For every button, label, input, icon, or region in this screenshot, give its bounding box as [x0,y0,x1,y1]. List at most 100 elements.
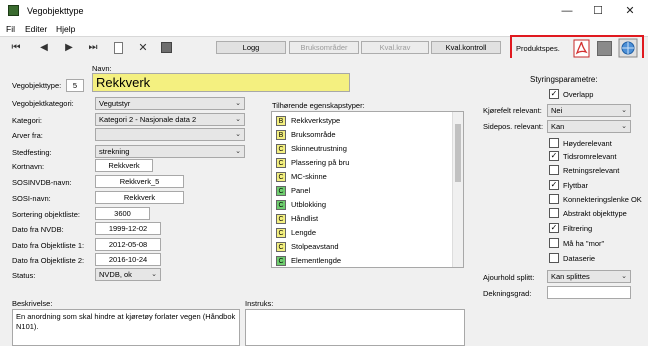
vegobjektkategori-value: Vegutstyr [99,99,131,108]
pdf-icon[interactable] [573,39,590,58]
minimize-button[interactable]: — [560,4,574,18]
list-item[interactable]: B Rekkverkstype [276,116,341,127]
dato-nvdb-label: Dato fra NVDB: [12,225,64,234]
list-item[interactable]: B Bruksområde [276,130,336,141]
navn-field[interactable]: Rekkverk [92,73,350,92]
next-record-icon[interactable]: ▶ [63,42,75,54]
stedfesting-select[interactable]: strekning ⌄ [95,145,245,158]
dato-ol2-field[interactable]: 2016-10-24 [95,253,161,266]
window-title: Vegobjekttype [27,6,84,16]
konnekteringslenke-label: Konnekteringslenke OK [563,195,642,204]
sosi-field[interactable]: Rekkverk [95,191,184,204]
last-record-icon[interactable]: ⏭ [87,42,99,54]
sosinvdb-label: SOSINVDB-navn: [12,178,72,187]
list-item[interactable]: C Lengde [276,228,316,239]
menu-editer[interactable]: Editer [25,24,47,34]
vegobjektkategori-select[interactable]: Vegutstyr ⌄ [95,97,245,110]
list-item[interactable]: C Panel [276,186,310,197]
kategori-label: Kategori: [12,116,43,125]
vegobjekttype-field[interactable]: 5 [66,79,84,92]
sosinvdb-field[interactable]: Rekkverk_5 [95,175,184,188]
flyttbar-label: Flyttbar [563,181,589,190]
list-item[interactable]: C Skinneutrustning [276,144,347,155]
kvalkontroll-button[interactable]: Kval.kontroll [431,41,501,54]
first-record-icon[interactable]: ⏮ [10,42,22,54]
instruks-textarea[interactable] [245,309,465,346]
maximize-button[interactable]: ☐ [591,4,605,18]
kortnavn-label: Kortnavn: [12,162,45,171]
dato-ol1-field[interactable]: 2012-05-08 [95,238,161,251]
arver-fra-select[interactable]: ⌄ [95,128,245,141]
list-item-label: Stolpeavstand [291,242,339,251]
konnekteringslenke-checkbox[interactable] [549,194,559,204]
stedfesting-label: Stedfesting: [12,148,52,157]
type-badge: C [276,242,286,253]
chevron-down-icon: ⌄ [235,116,241,123]
tidsromrelevant-checkbox[interactable]: ✓ [549,151,559,161]
list-item[interactable]: C MC-skinne [276,172,327,183]
close-button[interactable]: ✕ [623,4,637,18]
arver-fra-label: Arver fra: [12,131,43,140]
type-badge: C [276,144,286,155]
new-document-icon[interactable] [114,42,123,54]
flyttbar-checkbox[interactable]: ✓ [549,180,559,190]
ajourhold-select[interactable]: Kan splittes ⌄ [547,270,631,283]
save-icon[interactable] [161,42,172,53]
globe-link-icon[interactable] [618,38,638,58]
scrollbar-thumb[interactable] [455,124,461,182]
list-item[interactable]: C Håndlist [276,214,318,225]
hoyderelevant-checkbox[interactable] [549,138,559,148]
dekningsgrad-field[interactable] [547,286,631,299]
instruks-label: Instruks: [245,299,274,308]
kortnavn-field[interactable]: Rekkverk [95,159,153,172]
abstrakt-checkbox[interactable] [549,208,559,218]
chevron-down-icon: ⌄ [621,273,627,280]
type-badge: C [276,214,286,225]
chevron-down-icon: ⌄ [235,131,241,138]
kjorefelt-select[interactable]: Nei ⌄ [547,104,631,117]
filtrering-checkbox[interactable]: ✓ [549,223,559,233]
logg-button[interactable]: Logg [216,41,286,54]
chevron-down-icon: ⌄ [151,271,157,278]
list-item[interactable]: C Plassering på bru [276,158,349,169]
kjorefelt-value: Nei [551,106,563,115]
overlapp-checkbox[interactable]: ✓ [549,89,559,99]
kategori-select[interactable]: Kategori 2 - Nasjonale data 2 ⌄ [95,113,245,126]
list-item[interactable]: C Elementlengde [276,256,341,267]
styring-title: Styringsparametre: [530,75,598,84]
kvalkrav-button[interactable]: Kval.krav [361,41,429,54]
egenskapstyper-label: Tilhørende egenskapstyper: [272,101,365,110]
ajourhold-value: Kan splittes [551,272,590,281]
document-gray-icon[interactable] [597,41,612,56]
title-bar [0,0,648,22]
type-badge: B [276,130,286,141]
menu-hjelp[interactable]: Hjelp [56,24,75,34]
status-label: Status: [12,271,36,280]
retningsrelevant-checkbox[interactable] [549,165,559,175]
dato-nvdb-field[interactable]: 1999-12-02 [95,222,161,235]
menu-fil[interactable]: Fil [6,24,15,34]
list-item[interactable]: C Utblokking [276,200,326,211]
bruksomrader-button[interactable]: Bruksområder [289,41,359,54]
sortering-field[interactable]: 3600 [95,207,150,220]
type-badge: C [276,200,286,211]
sidepos-select[interactable]: Kan ⌄ [547,120,631,133]
app-icon [8,5,19,16]
prev-record-icon[interactable]: ◀ [38,42,50,54]
list-item-label: Rekkverkstype [291,116,341,125]
ma-ha-mor-checkbox[interactable] [549,238,559,248]
chevron-down-icon: ⌄ [621,123,627,130]
menu-bar [0,22,648,36]
ajourhold-label: Ajourhold splitt: [483,273,535,282]
type-badge: C [276,172,286,183]
list-item-label: MC-skinne [291,172,327,181]
egenskapstyper-list[interactable]: B Rekkverkstype B Bruksområde C Skinneutrus… [271,111,464,268]
beskrivelse-textarea[interactable]: En anordning som skal hindre at kjøretøy… [12,309,240,346]
list-item-label: Skinneutrustning [291,144,347,153]
list-item[interactable]: C Stolpeavstand [276,242,339,253]
sosi-label: SOSI-navn: [12,194,51,203]
delete-icon[interactable]: ✕ [137,42,149,54]
dataserie-checkbox[interactable] [549,253,559,263]
list-scrollbar[interactable] [452,112,463,267]
status-select[interactable]: NVDB, ok ⌄ [95,268,161,281]
